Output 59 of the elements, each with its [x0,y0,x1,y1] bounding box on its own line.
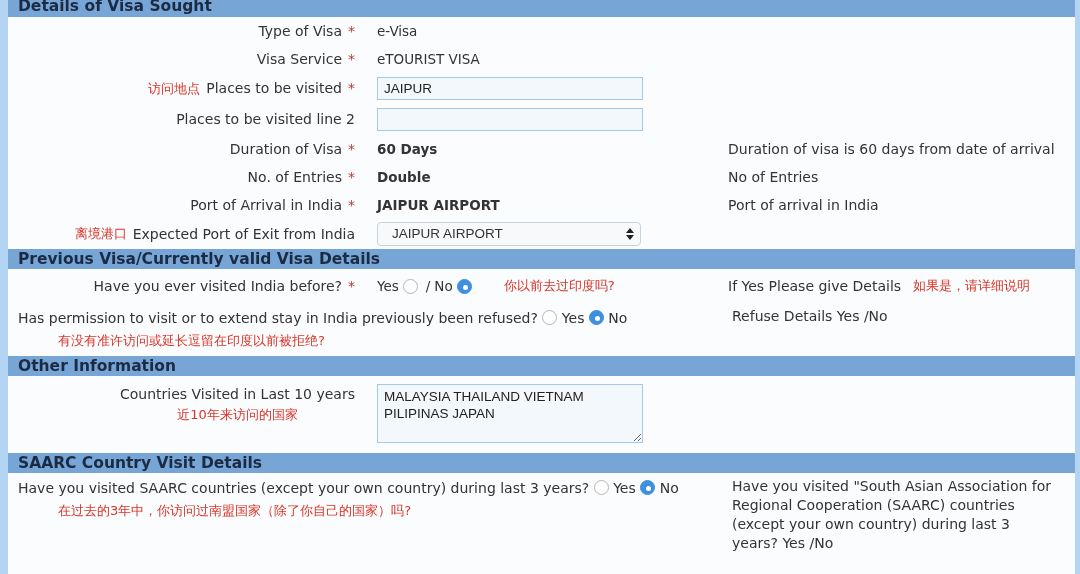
text-area[interactable]: MALAYSIA THAILAND VIETNAM PILIPINAS JAPAN [377,384,643,443]
field-label: Type of Visa [258,21,342,41]
section-header: Previous Visa/Currently valid Visa Details [8,249,1075,269]
required-marker: * [348,49,355,69]
annotation-note: 访问地点 [148,79,201,98]
field-label: Visa Service [256,49,342,69]
radio-button[interactable] [588,310,604,325]
field-label: Port of Arrival in India [190,195,342,215]
required-marker: * [348,276,355,296]
field-value: Double [377,167,431,187]
updown-arrows-icon [626,228,634,240]
help-text: If Yes Please give Details [728,276,902,296]
radio-label: No [659,480,679,496]
radio-label: No [434,276,453,296]
help-text: Port of arrival in India [728,195,879,215]
annotation-note: 近10年来访问的国家 [177,406,298,424]
field-label: Places to be visited [206,79,342,98]
annotation-note: 离境港口 [74,225,127,244]
field-label: No. of Entries [247,167,342,187]
required-marker: * [348,139,355,159]
question-text: Has permission to visit or to extend stay in India previously been refused? [18,310,538,326]
section-header: Details of Visa Sought [8,0,1075,17]
field-label: Duration of Visa [229,139,342,159]
section-header: SAARC Country Visit Details [8,453,1075,473]
required-marker: * [348,79,355,98]
annotation-note: 如果是，请详细说明 [913,277,1031,296]
required-marker: * [348,195,355,215]
field-label: Countries Visited in Last 10 years [120,385,355,404]
required-marker: * [348,21,355,41]
radio-button[interactable] [402,278,418,294]
help-text: Duration of visa is 60 days from date of arrival [728,139,1055,159]
help-text: Refuse Details Yes /No [732,308,888,324]
port-select[interactable]: JAIPUR AIRPORT [377,222,641,246]
section-header: Other Information [8,356,1075,376]
radio-label: Yes [613,480,636,496]
text-field[interactable] [377,108,643,131]
field-value: eTOURIST VISA [377,49,480,69]
help-text: No of Entries [728,167,819,187]
radio-button[interactable] [640,480,656,495]
question-text: Have you visited SAARC countries (except your own country) during last 3 years? [18,480,590,496]
annotation-note: 在过去的3年中，你访问过南盟国家（除了你自己的国家）吗? [58,503,412,518]
radio-label: No [608,310,628,326]
field-label: Have you ever visited India before? [93,276,342,296]
field-value: 60 Days [377,139,438,159]
help-text: Have you visited "South Asian Association for Regional Cooperation (SAARC) countries (except your own country) during last 3 years? Yes /No [732,478,1052,551]
annotation-note: 你以前去过印度吗? [503,277,615,296]
radio-button[interactable] [593,480,609,495]
separator-text: / [425,276,431,296]
required-marker: * [348,167,355,187]
field-label: Expected Port of Exit from India [132,224,355,244]
radio-label: Yes [377,276,399,296]
field-value: e-Visa [377,21,418,41]
radio-label: Yes [561,310,585,326]
field-value: JAIPUR AIRPORT [377,195,500,215]
radio-button[interactable] [456,278,472,294]
annotation-note: 有没有准许访问或延长逗留在印度以前被拒绝? [58,333,325,348]
text-field[interactable]: JAIPUR [377,77,643,100]
field-label: Places to be visited line 2 [176,110,355,129]
radio-button[interactable] [542,310,558,325]
